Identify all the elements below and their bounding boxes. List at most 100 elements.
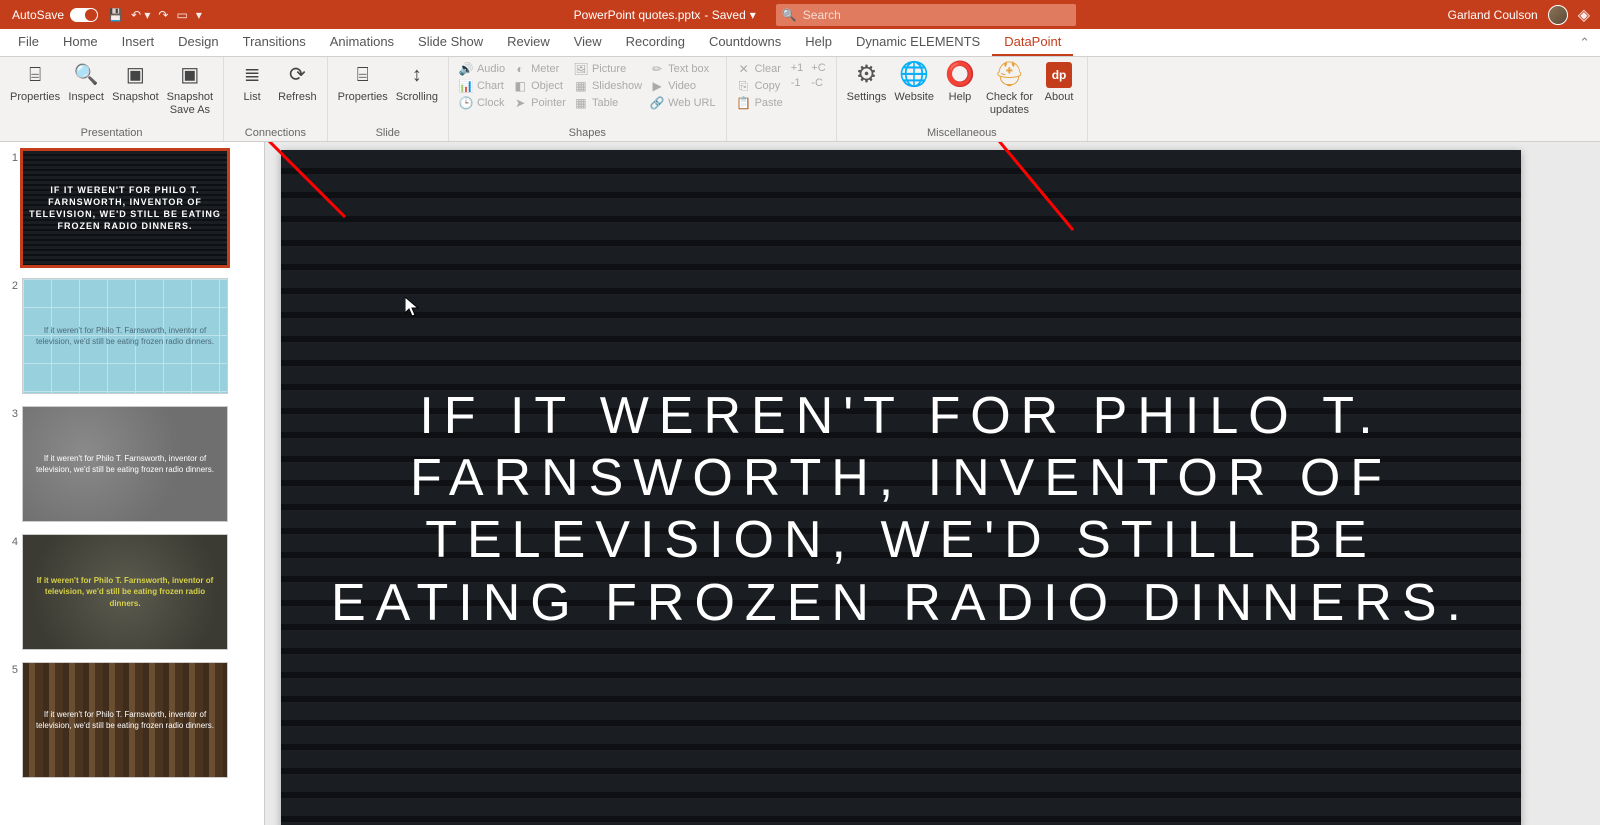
clear-button[interactable]: ✕Clear <box>733 61 787 77</box>
tab-dynamic-elements[interactable]: Dynamic ELEMENTS <box>844 29 992 56</box>
annotation-arrow-left <box>265 142 360 235</box>
slide-main-text[interactable]: IF IT WEREN'T FOR PHILO T. FARNSWORTH, I… <box>331 385 1472 635</box>
tab-datapoint[interactable]: DataPoint <box>992 29 1073 56</box>
settings-icon: ⚙ <box>853 61 881 89</box>
tab-home[interactable]: Home <box>51 29 110 56</box>
web url-icon: 🔗 <box>650 96 664 110</box>
list-button[interactable]: ≣List <box>230 59 274 104</box>
settings-button[interactable]: ⚙Settings <box>843 59 891 104</box>
-c-button[interactable]: +C <box>807 61 829 75</box>
tab-recording[interactable]: Recording <box>614 29 697 56</box>
properties-button[interactable]: ⌸Properties <box>6 59 64 104</box>
check-for-button[interactable]: ⛑Check forupdates <box>982 59 1037 117</box>
video-button[interactable]: ▶Video <box>646 78 719 94</box>
title-bar: AutoSave 💾 ↶ ▾ ↷ ▭ ▾ PowerPoint quotes.p… <box>0 0 1600 29</box>
object-button[interactable]: ◧Object <box>509 78 570 94</box>
properties-icon: ⌸ <box>349 61 377 89</box>
inspect-button[interactable]: 🔍Inspect <box>64 59 108 104</box>
search-input[interactable] <box>803 8 1070 22</box>
snapshot-button[interactable]: ▣SnapshotSave As <box>163 59 217 117</box>
about-button[interactable]: dpAbout <box>1037 59 1081 104</box>
title-dropdown-icon[interactable]: ▾ <box>750 8 756 22</box>
slide-thumbnail-3[interactable]: If it weren't for Philo T. Farnsworth, i… <box>22 406 228 522</box>
paste-button[interactable]: 📋Paste <box>733 95 787 111</box>
web-url-button[interactable]: 🔗Web URL <box>646 95 719 111</box>
chart-icon: 📊 <box>459 79 473 93</box>
copy-button[interactable]: ⎘Copy <box>733 78 787 94</box>
audio-button[interactable]: 🔊Audio <box>455 61 509 77</box>
clock-button[interactable]: 🕒Clock <box>455 95 509 111</box>
-1-button[interactable]: +1 <box>787 61 808 75</box>
properties-button[interactable]: ⌸Properties <box>334 59 392 104</box>
slide-canvas[interactable]: IF IT WEREN'T FOR PHILO T. FARNSWORTH, I… <box>281 150 1521 825</box>
slide-thumbnail-4[interactable]: If it weren't for Philo T. Farnsworth, i… <box>22 534 228 650</box>
meter-icon: ◐ <box>513 62 527 76</box>
avatar[interactable] <box>1548 5 1568 25</box>
text box-icon: ✏ <box>650 62 664 76</box>
slide-thumbnail-2[interactable]: If it weren't for Philo T. Farnsworth, i… <box>22 278 228 394</box>
redo-icon[interactable]: ↷ <box>158 8 168 22</box>
thumb-text: If it weren't for Philo T. Farnsworth, i… <box>29 453 221 475</box>
help-icon: ⭕ <box>946 61 974 89</box>
picture-button[interactable]: 🖼Picture <box>570 61 646 77</box>
thumb-text: IF IT WEREN'T FOR PHILO T. FARNSWORTH, I… <box>29 184 221 233</box>
-c-button[interactable]: -C <box>807 76 829 90</box>
help-button[interactable]: ⭕Help <box>938 59 982 104</box>
group-label: Connections <box>230 127 321 141</box>
slide-number: 5 <box>4 662 18 778</box>
tab-insert[interactable]: Insert <box>110 29 167 56</box>
slide-number: 4 <box>4 534 18 650</box>
audio-icon: 🔊 <box>459 62 473 76</box>
website-button[interactable]: 🌐Website <box>890 59 938 104</box>
slideshow-button[interactable]: ▦Slideshow <box>570 78 646 94</box>
slide-number: 2 <box>4 278 18 394</box>
snapshot-button[interactable]: ▣Snapshot <box>108 59 162 104</box>
search-bar[interactable]: 🔍 <box>776 4 1076 26</box>
clear-icon: ✕ <box>737 62 751 76</box>
tab-slide-show[interactable]: Slide Show <box>406 29 495 56</box>
video-icon: ▶ <box>650 79 664 93</box>
properties-icon: ⌸ <box>21 61 49 89</box>
meter-button[interactable]: ◐Meter <box>509 61 570 77</box>
slide-thumbnail-panel[interactable]: 1 IF IT WEREN'T FOR PHILO T. FARNSWORTH,… <box>0 142 265 825</box>
table-button[interactable]: ▦Table <box>570 95 646 111</box>
tab-animations[interactable]: Animations <box>318 29 406 56</box>
refresh-icon: ⟳ <box>283 61 311 89</box>
thumb-text: If it weren't for Philo T. Farnsworth, i… <box>29 575 221 609</box>
refresh-button[interactable]: ⟳Refresh <box>274 59 321 104</box>
undo-icon[interactable]: ↶ ▾ <box>131 8 150 22</box>
tab-transitions[interactable]: Transitions <box>231 29 318 56</box>
tab-countdowns[interactable]: Countdowns <box>697 29 793 56</box>
collapse-ribbon-icon[interactable]: ⌃ <box>1569 29 1600 56</box>
search-icon: 🔍 <box>782 8 797 22</box>
save-icon[interactable]: 💾 <box>108 8 123 22</box>
start-from-beginning-icon[interactable]: ▭ <box>176 8 187 22</box>
group-label: Slide <box>334 127 442 141</box>
object-icon: ◧ <box>513 79 527 93</box>
qat-more-icon[interactable]: ▾ <box>196 8 202 22</box>
slide-thumbnail-5[interactable]: If it weren't for Philo T. Farnsworth, i… <box>22 662 228 778</box>
toggle-icon[interactable] <box>70 8 98 22</box>
autosave-toggle[interactable]: AutoSave <box>12 8 98 22</box>
tab-file[interactable]: File <box>6 29 51 56</box>
diamond-icon[interactable]: ◈ <box>1578 5 1590 25</box>
slideshow-icon: ▦ <box>574 79 588 93</box>
pointer-button[interactable]: ➤Pointer <box>509 95 570 111</box>
tab-help[interactable]: Help <box>793 29 844 56</box>
scrolling-button[interactable]: ↕Scrolling <box>392 59 442 104</box>
paste-icon: 📋 <box>737 96 751 110</box>
user-name[interactable]: Garland Coulson <box>1448 8 1538 22</box>
text-box-button[interactable]: ✏Text box <box>646 61 719 77</box>
tab-design[interactable]: Design <box>166 29 230 56</box>
slide-thumbnail-1[interactable]: IF IT WEREN'T FOR PHILO T. FARNSWORTH, I… <box>22 150 228 266</box>
slide-canvas-area[interactable]: IF IT WEREN'T FOR PHILO T. FARNSWORTH, I… <box>265 142 1600 825</box>
document-title[interactable]: PowerPoint quotes.pptx - Saved ▾ <box>574 8 756 22</box>
slide-number: 3 <box>4 406 18 522</box>
inspect-icon: 🔍 <box>72 61 100 89</box>
tab-view[interactable]: View <box>562 29 614 56</box>
chart-button[interactable]: 📊Chart <box>455 78 509 94</box>
tab-review[interactable]: Review <box>495 29 562 56</box>
autosave-label: AutoSave <box>12 8 64 22</box>
mouse-cursor-icon <box>405 297 423 324</box>
-1-button[interactable]: -1 <box>787 76 808 90</box>
